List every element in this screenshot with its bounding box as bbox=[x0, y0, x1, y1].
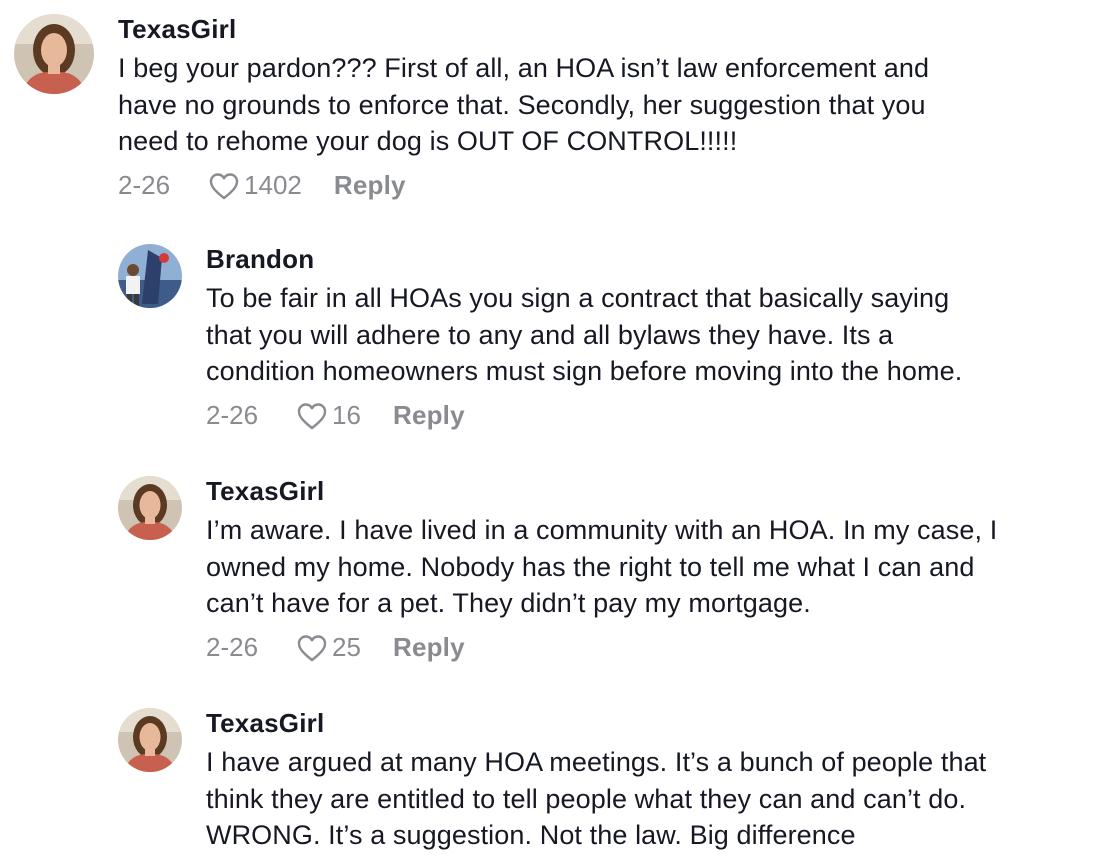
heart-icon bbox=[297, 402, 327, 429]
like-button[interactable]: 25 bbox=[296, 632, 361, 663]
reply-button[interactable]: Reply bbox=[393, 632, 465, 663]
comment-username[interactable]: TexasGirl bbox=[206, 476, 997, 506]
comment-username[interactable]: TexasGirl bbox=[206, 708, 986, 738]
comment-username[interactable]: TexasGirl bbox=[118, 14, 929, 44]
reply-button[interactable]: Reply bbox=[334, 170, 406, 201]
like-count: 1402 bbox=[244, 170, 302, 200]
reply-item: TexasGirl I’m aware. I have lived in a c… bbox=[118, 476, 997, 668]
comment-meta: 2-26 16 Reply bbox=[206, 396, 962, 436]
reply-item: Brandon To be fair in all HOAs you sign … bbox=[118, 244, 962, 436]
texasgirl-avatar[interactable] bbox=[14, 14, 94, 94]
like-count: 16 bbox=[332, 400, 361, 430]
texasgirl-avatar[interactable] bbox=[118, 708, 182, 772]
comment-meta: 2-26 1402 Reply bbox=[118, 166, 929, 206]
reply-item: TexasGirl I have argued at many HOA meet… bbox=[118, 708, 986, 854]
comment-date: 2-26 bbox=[206, 400, 259, 430]
reply-button[interactable]: Reply bbox=[393, 400, 465, 431]
comment-date: 2-26 bbox=[118, 170, 171, 200]
comment-text: I beg your pardon??? First of all, an HO… bbox=[118, 53, 930, 156]
like-button[interactable]: 1402 bbox=[208, 170, 302, 201]
heart-icon bbox=[297, 634, 327, 661]
heart-icon bbox=[209, 172, 239, 199]
comment-text: I’m aware. I have lived in a community w… bbox=[206, 515, 998, 618]
comment-username[interactable]: Brandon bbox=[206, 244, 962, 274]
texasgirl-avatar[interactable] bbox=[118, 476, 182, 540]
comment-meta: 2-26 25 Reply bbox=[206, 628, 997, 668]
comment-thread: TexasGirl I beg your pardon??? First of … bbox=[0, 0, 1098, 862]
brandon-avatar[interactable] bbox=[118, 244, 182, 308]
comment-text: I have argued at many HOA meetings. It’s… bbox=[206, 747, 987, 850]
comment-text: To be fair in all HOAs you sign a contra… bbox=[206, 283, 963, 386]
comment-date: 2-26 bbox=[206, 632, 259, 662]
like-count: 25 bbox=[332, 632, 361, 662]
like-button[interactable]: 16 bbox=[296, 400, 361, 431]
comment-item: TexasGirl I beg your pardon??? First of … bbox=[14, 14, 929, 206]
